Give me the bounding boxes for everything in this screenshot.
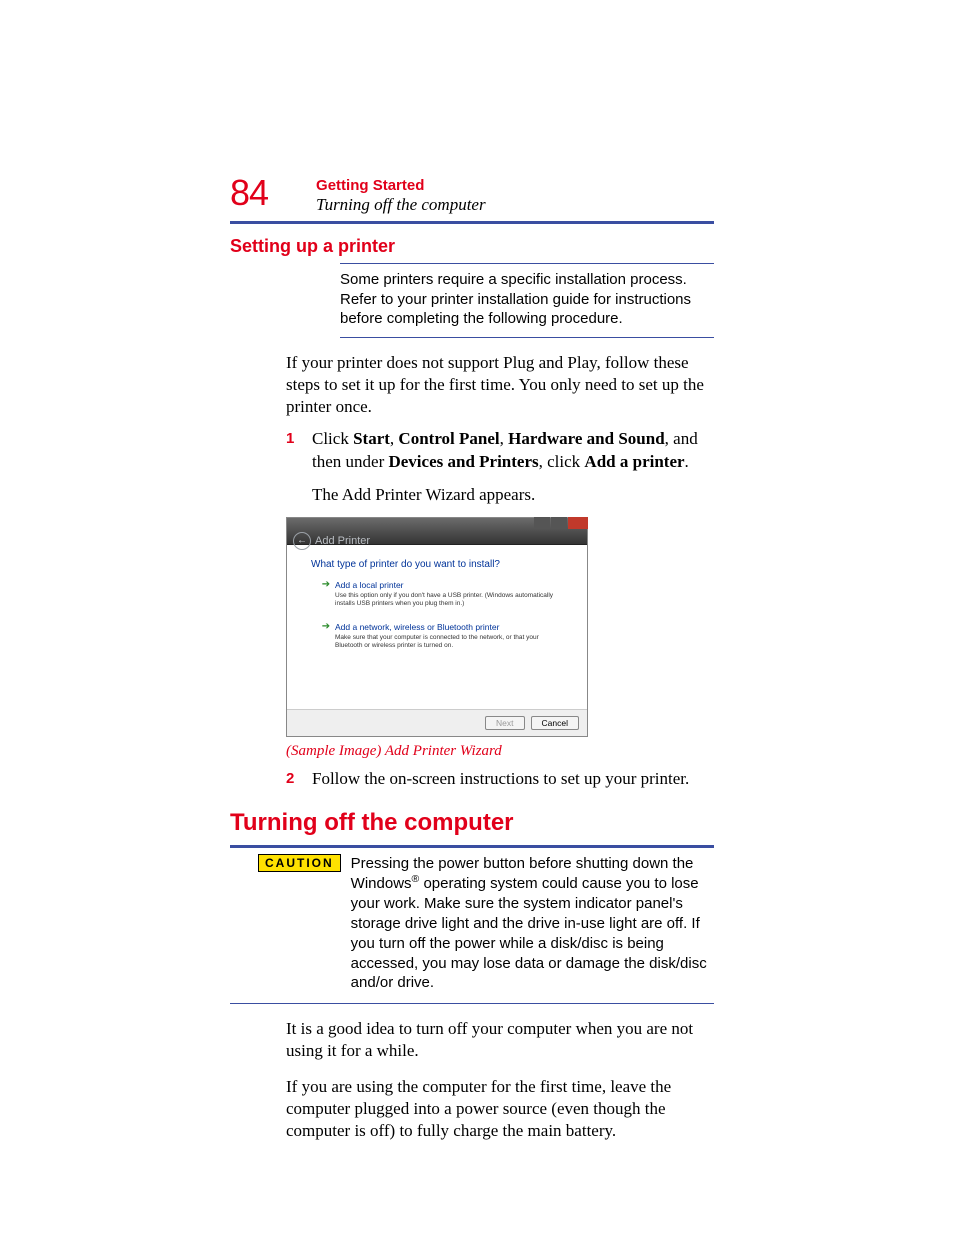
wizard-breadcrumb: ← Add Printer bbox=[293, 532, 370, 550]
step-number: 2 bbox=[286, 768, 312, 791]
section-heading-turnoff: Turning off the computer bbox=[230, 809, 714, 837]
chapter-title: Getting Started bbox=[316, 177, 486, 194]
divider bbox=[340, 337, 714, 338]
wizard-question: What type of printer do you want to inst… bbox=[311, 559, 571, 570]
caution-text: Pressing the power button before shuttin… bbox=[351, 854, 714, 994]
step-2: 2 Follow the on-screen instructions to s… bbox=[286, 768, 714, 791]
back-arrow-icon[interactable]: ← bbox=[293, 532, 311, 550]
document-page: 84 Getting Started Turning off the compu… bbox=[0, 0, 954, 1235]
header-text: Getting Started Turning off the computer bbox=[316, 175, 486, 215]
text: , bbox=[500, 429, 509, 448]
wizard-option-network[interactable]: ➔ Add a network, wireless or Bluetooth p… bbox=[321, 622, 571, 650]
chapter-subtitle: Turning off the computer bbox=[316, 195, 486, 215]
caution-block: CAUTION Pressing the power button before… bbox=[258, 854, 714, 994]
body-paragraph: It is a good idea to turn off your compu… bbox=[286, 1018, 714, 1062]
next-button[interactable]: Next bbox=[485, 716, 524, 730]
cancel-button[interactable]: Cancel bbox=[531, 716, 579, 730]
note-text: Some printers require a specific install… bbox=[340, 270, 714, 329]
text: . bbox=[685, 452, 689, 471]
text: , click bbox=[539, 452, 585, 471]
page-header: 84 Getting Started Turning off the compu… bbox=[230, 175, 714, 215]
wizard-footer: Next Cancel bbox=[287, 709, 587, 736]
add-printer-wizard: ← Add Printer What type of printer do yo… bbox=[286, 517, 588, 737]
divider bbox=[230, 1003, 714, 1004]
image-caption: (Sample Image) Add Printer Wizard bbox=[286, 743, 714, 760]
bold: Control Panel bbox=[398, 429, 499, 448]
page-number: 84 bbox=[230, 175, 268, 211]
option-desc: Use this option only if you don't have a… bbox=[335, 592, 565, 608]
wizard-option-local[interactable]: ➔ Add a local printer Use this option on… bbox=[321, 580, 571, 608]
text: Click bbox=[312, 429, 353, 448]
bold: Hardware and Sound bbox=[508, 429, 665, 448]
close-icon[interactable] bbox=[568, 517, 588, 529]
option-desc: Make sure that your computer is connecte… bbox=[335, 634, 565, 650]
option-header: ➔ Add a local printer bbox=[321, 580, 571, 590]
section-heading-printer: Setting up a printer bbox=[230, 236, 714, 257]
option-title: Add a network, wireless or Bluetooth pri… bbox=[335, 622, 499, 632]
divider bbox=[230, 845, 714, 848]
caution-badge: CAUTION bbox=[258, 854, 341, 872]
step-1: 1 Click Start, Control Panel, Hardware a… bbox=[286, 428, 714, 507]
arrow-icon: ➔ bbox=[321, 622, 331, 632]
note-block: Some printers require a specific install… bbox=[340, 263, 714, 338]
arrow-icon: ➔ bbox=[321, 580, 331, 590]
step-body: Follow the on-screen instructions to set… bbox=[312, 768, 714, 791]
option-title: Add a local printer bbox=[335, 580, 404, 590]
step-body: Click Start, Control Panel, Hardware and… bbox=[312, 428, 714, 507]
minimize-icon[interactable] bbox=[534, 517, 550, 529]
bold: Add a printer bbox=[584, 452, 684, 471]
step-result: The Add Printer Wizard appears. bbox=[312, 484, 714, 507]
step-number: 1 bbox=[286, 428, 312, 507]
wizard-body: What type of printer do you want to inst… bbox=[287, 545, 587, 709]
option-header: ➔ Add a network, wireless or Bluetooth p… bbox=[321, 622, 571, 632]
wizard-title: Add Printer bbox=[315, 535, 370, 547]
bold: Start bbox=[353, 429, 390, 448]
bold: Devices and Printers bbox=[388, 452, 538, 471]
divider bbox=[340, 263, 714, 264]
intro-paragraph: If your printer does not support Plug an… bbox=[286, 352, 714, 418]
wizard-titlebar: ← Add Printer bbox=[287, 518, 587, 545]
text: operating system could cause you to lose… bbox=[351, 875, 707, 991]
window-controls bbox=[533, 517, 588, 529]
divider bbox=[230, 221, 714, 224]
maximize-icon[interactable] bbox=[551, 517, 567, 529]
body-paragraph: If you are using the computer for the fi… bbox=[286, 1076, 714, 1142]
